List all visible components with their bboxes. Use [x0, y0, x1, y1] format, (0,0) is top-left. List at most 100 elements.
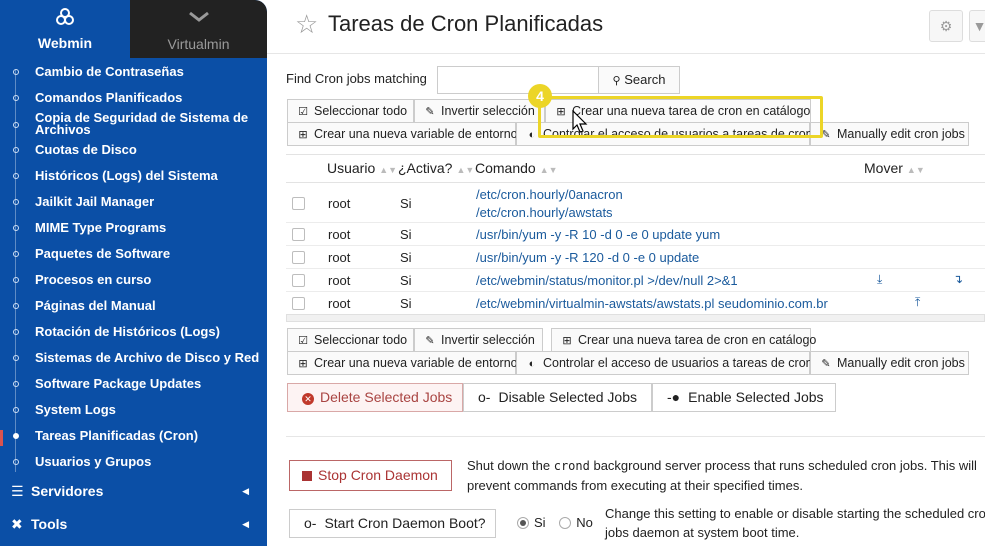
create-catalog-cron-button[interactable]: ⊞ Crear una nueva tarea de cron en catálo…: [551, 328, 816, 352]
create-env-variable-button[interactable]: ⊞ Crear una nueva variable de entorno: [287, 122, 518, 146]
search-button[interactable]: ⚲ Search: [598, 66, 680, 94]
row-user: root: [328, 227, 351, 242]
manual-edit-label: Manually edit cron jobs: [837, 356, 965, 370]
toggle-on-icon: -●: [667, 389, 681, 405]
stop-daemon-description: Shut down the crond background server pr…: [467, 456, 985, 495]
column-header-active-label: ¿Activa?: [398, 160, 453, 176]
row-checkbox[interactable]: [292, 297, 305, 310]
search-icon: ⚲: [612, 75, 621, 87]
row-command-link[interactable]: /etc/webmin/status/monitor.pl >/dev/null…: [476, 273, 738, 288]
module-config-gear-icon[interactable]: ⚙: [929, 10, 963, 42]
page-title: Tareas de Cron Planificadas: [328, 11, 604, 36]
delete-selected-label: Delete Selected Jobs: [320, 389, 453, 405]
row-command-link[interactable]: /usr/bin/yum -y -R 10 -d 0 -e 0 update y…: [476, 227, 720, 242]
sidebar-item-label: Comandos Planificados: [35, 90, 183, 105]
mouse-cursor-icon: [572, 110, 588, 133]
create-env-variable-button[interactable]: ⊞ Crear una nueva variable de entorno: [287, 351, 518, 375]
select-all-button[interactable]: ☑ Seleccionar todo: [287, 328, 414, 352]
boot-no-radio[interactable]: [559, 517, 572, 529]
tab-virtualmin[interactable]: Virtualmin: [130, 0, 267, 58]
checkbox-checked-icon: ☑: [298, 335, 308, 347]
manual-edit-button[interactable]: ✎ Manually edit cron jobs: [810, 122, 969, 146]
sidebar-item-label: Cambio de Contraseñas: [35, 64, 184, 79]
disable-selected-label: Disable Selected Jobs: [498, 389, 637, 405]
plus-square-icon: ⊞: [298, 129, 308, 141]
column-header-command[interactable]: Comando ▲▼: [475, 160, 558, 176]
row-active: Si: [400, 296, 412, 311]
column-header-active[interactable]: ¿Activa? ▲▼: [398, 160, 474, 176]
row-command-link[interactable]: /etc/cron.hourly/awstats: [476, 205, 613, 220]
bullet-icon: [13, 251, 19, 257]
sort-icon: ▲▼: [539, 165, 558, 175]
table-header: Usuario ▲▼ ¿Activa? ▲▼ Comando ▲▼ Mover ▲▼: [286, 154, 985, 183]
stop-desc-text: Shut down the: [467, 458, 554, 473]
caret-left-icon: ◀: [242, 519, 249, 529]
stop-cron-daemon-button[interactable]: Stop Cron Daemon: [289, 460, 452, 491]
bullet-icon: [13, 173, 19, 179]
boot-yes-radio[interactable]: [517, 517, 529, 529]
start-cron-daemon-boot-button[interactable]: o- Start Cron Daemon Boot?: [289, 509, 496, 538]
favorite-star-icon[interactable]: ☆: [295, 10, 318, 38]
table-row: root Si /etc/webmin/status/monitor.pl >/…: [286, 269, 985, 292]
row-checkbox[interactable]: [292, 228, 305, 241]
move-up-icon[interactable]: ⤒: [915, 295, 920, 310]
sidebar-item-label: Paquetes de Software: [35, 246, 171, 261]
move-down-icon[interactable]: ⤓: [877, 272, 882, 287]
enable-selected-label: Enable Selected Jobs: [688, 389, 824, 405]
enable-selected-jobs-button[interactable]: -● Enable Selected Jobs: [652, 383, 836, 412]
bullet-icon: [13, 381, 19, 387]
server-icon: ☰: [11, 483, 24, 499]
boot-description: Change this setting to enable or disable…: [605, 506, 985, 540]
column-header-move[interactable]: Mover ▲▼: [864, 160, 925, 176]
row-user: root: [328, 250, 351, 265]
checkbox-checked-icon: ☑: [298, 106, 308, 118]
sidebar-item-label: Históricos (Logs) del Sistema: [35, 168, 218, 183]
control-access-button[interactable]: ◐ Controlar el acceso de usuarios a tarea…: [516, 351, 813, 375]
row-active: Si: [400, 227, 412, 242]
row-checkbox[interactable]: [292, 251, 305, 264]
row-command-link[interactable]: /usr/bin/yum -y -R 120 -d 0 -e 0 update: [476, 250, 699, 265]
edit-icon: ✎: [425, 106, 435, 118]
sidebar-item-label: Tareas Planificadas (Cron): [35, 428, 199, 443]
sidebar-item-label: Procesos en curso: [35, 272, 152, 287]
sidebar: Webmin Virtualmin Cambio de Contraseñas C…: [0, 0, 267, 546]
toggle-off-icon: o-: [304, 515, 317, 531]
sidebar-item-label: Sistemas de Archivo de Disco y Red: [35, 350, 260, 365]
bullet-icon: [13, 407, 19, 413]
section-divider: [286, 436, 985, 437]
title-bar: ☆ Tareas de Cron Planificadas ⚙ ▼: [267, 0, 985, 54]
row-command-link[interactable]: /etc/webmin/virtualmin-awstats/awstats.p…: [476, 296, 828, 311]
table-row: root Si /etc/cron.hourly/0anacron /etc/c…: [286, 183, 985, 223]
table-horizontal-scrollbar[interactable]: [286, 314, 985, 322]
row-active: Si: [400, 250, 412, 265]
row-checkbox[interactable]: [292, 197, 305, 210]
shield-icon: ◐: [528, 129, 536, 141]
row-checkbox[interactable]: [292, 274, 305, 287]
search-button-label: Search: [624, 72, 666, 87]
disable-selected-jobs-button[interactable]: o- Disable Selected Jobs: [463, 383, 652, 412]
row-active: Si: [400, 196, 412, 211]
delete-selected-jobs-button[interactable]: ✕ Delete Selected Jobs: [287, 383, 463, 412]
bullet-icon: [13, 95, 19, 101]
sidebar-item-label: System Logs: [35, 402, 116, 417]
invert-selection-label: Invertir selección: [441, 104, 535, 118]
edit-icon: ✎: [821, 358, 831, 370]
boot-radio-group: Si No: [517, 515, 593, 530]
manual-edit-button[interactable]: ✎ Manually edit cron jobs: [810, 351, 969, 375]
tab-webmin[interactable]: Webmin: [0, 0, 130, 58]
invert-selection-button[interactable]: ✎ Invertir selección: [414, 99, 545, 123]
select-all-button[interactable]: ☑ Seleccionar todo: [287, 99, 414, 123]
stop-square-icon: [302, 471, 312, 481]
column-header-user[interactable]: Usuario ▲▼: [327, 160, 397, 176]
filter-icon[interactable]: ▼: [969, 10, 985, 42]
delete-circle-icon: ✕: [302, 393, 314, 405]
search-label: Find Cron jobs matching: [286, 71, 427, 86]
row-command-link[interactable]: /etc/cron.hourly/0anacron: [476, 187, 623, 202]
invert-selection-button[interactable]: ✎ Invertir selección: [414, 328, 543, 352]
stop-desc-code: crond: [553, 459, 590, 473]
bullet-icon: [13, 225, 19, 231]
sidebar-item-label: Páginas del Manual: [35, 298, 156, 313]
sidebar-item-label: Jailkit Jail Manager: [35, 194, 155, 209]
move-down-arrow-icon[interactable]: ↴: [953, 272, 963, 286]
search-input[interactable]: [437, 66, 599, 94]
